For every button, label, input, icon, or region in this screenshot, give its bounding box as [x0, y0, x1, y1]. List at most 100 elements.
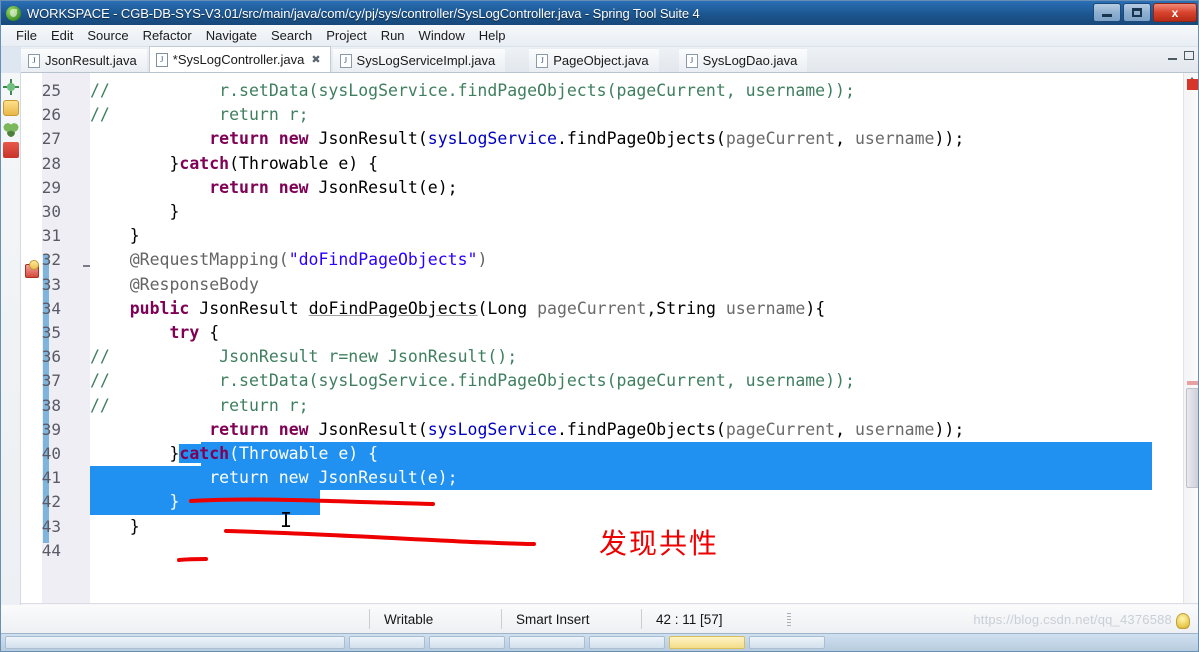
code-token: r.setData(sysLogService.findPageObjects(… — [119, 371, 855, 391]
status-cursor-position: 42 : 11 [57] — [641, 609, 781, 629]
code-line[interactable]: @ResponseBody — [90, 273, 259, 297]
code-line[interactable]: }catch(Throwable e) { — [90, 152, 378, 176]
close-icon[interactable]: ✖ — [311, 53, 320, 66]
close-button[interactable]: x — [1153, 3, 1197, 22]
code-line[interactable]: public JsonResult doFindPageObjects(Long… — [90, 297, 825, 321]
code-line[interactable]: // JsonResult r=new JsonResult(); — [90, 345, 517, 369]
menu-file[interactable]: File — [9, 27, 44, 44]
code-line[interactable]: return new JsonResult(sysLogService.find… — [90, 127, 964, 151]
code-token: .findPageObjects( — [556, 419, 726, 439]
code-token: sysLogService — [427, 129, 557, 149]
taskbar-item[interactable] — [589, 636, 665, 649]
line-number: 25 — [41, 81, 61, 100]
code-token: JsonResult r=new JsonResult(); — [119, 347, 518, 367]
bug-icon[interactable] — [2, 79, 19, 95]
code-line[interactable]: // return r; — [90, 103, 309, 127]
code-line[interactable]: return new JsonResult(e); — [90, 466, 458, 490]
taskbar-item-active[interactable] — [669, 636, 745, 649]
code-token: try — [169, 323, 200, 342]
code-line[interactable]: } — [90, 515, 140, 539]
java-file-icon: J — [155, 52, 168, 67]
taskbar-item[interactable] — [5, 636, 345, 649]
tab-strip-controls — [1168, 51, 1194, 60]
menu-window[interactable]: Window — [412, 27, 472, 44]
menu-run[interactable]: Run — [374, 27, 412, 44]
minimize-view-icon[interactable] — [1168, 57, 1177, 60]
editor-tab-strip: J JsonResult.java J *SysLogController.ja… — [21, 46, 1198, 73]
code-token: pageCurrent — [725, 129, 836, 149]
thumbs-up-icon[interactable] — [2, 100, 19, 116]
quick-fix-bulb-icon[interactable] — [1176, 613, 1190, 629]
menu-project[interactable]: Project — [319, 27, 373, 44]
code-token: new — [278, 419, 309, 439]
maximize-view-icon[interactable] — [1184, 51, 1194, 60]
vertical-scroll-thumb[interactable] — [1186, 388, 1198, 488]
menu-navigate[interactable]: Navigate — [199, 27, 264, 44]
code-token: r.setData(sysLogService.findPageObjects(… — [119, 81, 855, 100]
code-token: return — [209, 419, 269, 439]
code-line[interactable]: return new JsonResult(e); — [90, 176, 457, 200]
status-writable: Writable — [369, 609, 501, 629]
overview-error-marker[interactable] — [1187, 79, 1198, 90]
code-token: } — [90, 153, 180, 173]
menu-edit[interactable]: Edit — [44, 27, 80, 44]
line-number: 28 — [41, 153, 61, 173]
line-number: 34 — [41, 298, 61, 318]
code-line[interactable]: try { — [90, 321, 219, 345]
code-token: ,String — [646, 298, 726, 318]
code-line[interactable]: } — [90, 224, 140, 248]
tab-syslogserviceimpl[interactable]: J SysLogServiceImpl.java — [332, 48, 506, 72]
menu-source[interactable]: Source — [80, 27, 135, 44]
tab-syslogcontroller[interactable]: J *SysLogController.java ✖ — [148, 46, 331, 72]
taskbar-item[interactable] — [749, 636, 825, 649]
debug-stack-icon[interactable] — [2, 142, 19, 158]
restore-button[interactable] — [1123, 3, 1151, 22]
code-token: return r; — [119, 105, 309, 125]
code-line[interactable]: @RequestMapping("doFindPageObjects") — [90, 248, 488, 272]
menu-refactor[interactable]: Refactor — [136, 27, 199, 44]
java-file-icon: J — [685, 53, 698, 68]
taskbar-item[interactable] — [429, 636, 505, 649]
code-line[interactable]: } — [90, 200, 179, 224]
code-line[interactable]: }catch(Throwable e) { — [90, 442, 379, 466]
java-file-icon: J — [28, 53, 40, 68]
tab-pageobject[interactable]: J PageObject.java — [529, 48, 659, 72]
code-line[interactable]: // r.setData(sysLogService.findPageObjec… — [90, 369, 855, 393]
code-line[interactable]: // return r; — [90, 394, 309, 418]
line-number: 32 — [41, 250, 61, 270]
line-number: 33 — [41, 274, 61, 294]
line-number: 37 — [41, 371, 61, 391]
code-line[interactable]: } — [90, 490, 180, 514]
title-bar: WORKSPACE - CGB-DB-SYS-V3.01/src/main/ja… — [1, 1, 1198, 25]
code-token: return — [209, 129, 269, 149]
line-number: 39 — [41, 419, 61, 439]
taskbar-item[interactable] — [509, 636, 585, 649]
code-token: JsonResult( — [308, 129, 428, 149]
menu-search[interactable]: Search — [264, 27, 319, 44]
line-number: 27 — [41, 129, 61, 149]
minimize-button[interactable] — [1093, 3, 1121, 22]
tab-label: SysLogServiceImpl.java — [356, 53, 496, 68]
folding-ruler[interactable] — [83, 73, 90, 619]
tab-syslogdao[interactable]: J SysLogDao.java — [678, 48, 808, 72]
code-token: , — [835, 419, 855, 439]
code-token: JsonResult — [189, 298, 309, 318]
code-token: pageCurrent — [537, 298, 647, 318]
code-token: return r; — [119, 395, 309, 415]
window-controls: x — [1093, 3, 1197, 22]
code-line[interactable]: // r.setData(sysLogService.findPageObjec… — [90, 79, 855, 103]
code-token: public — [129, 298, 190, 318]
team-icon[interactable] — [2, 121, 19, 137]
tab-jsonresult[interactable]: J JsonResult.java — [21, 48, 147, 72]
menu-help[interactable]: Help — [472, 27, 513, 44]
vertical-scrollbar[interactable] — [1183, 73, 1198, 619]
line-number: 40 — [41, 444, 61, 463]
code-line[interactable]: return new JsonResult(sysLogService.find… — [90, 418, 964, 442]
taskbar-item[interactable] — [349, 636, 425, 649]
code-token: sysLogService — [427, 419, 557, 439]
overview-occurrence-marker — [1187, 381, 1198, 385]
code-token: username — [854, 419, 935, 439]
code-token: , — [835, 129, 855, 149]
code-token: } — [90, 516, 140, 536]
